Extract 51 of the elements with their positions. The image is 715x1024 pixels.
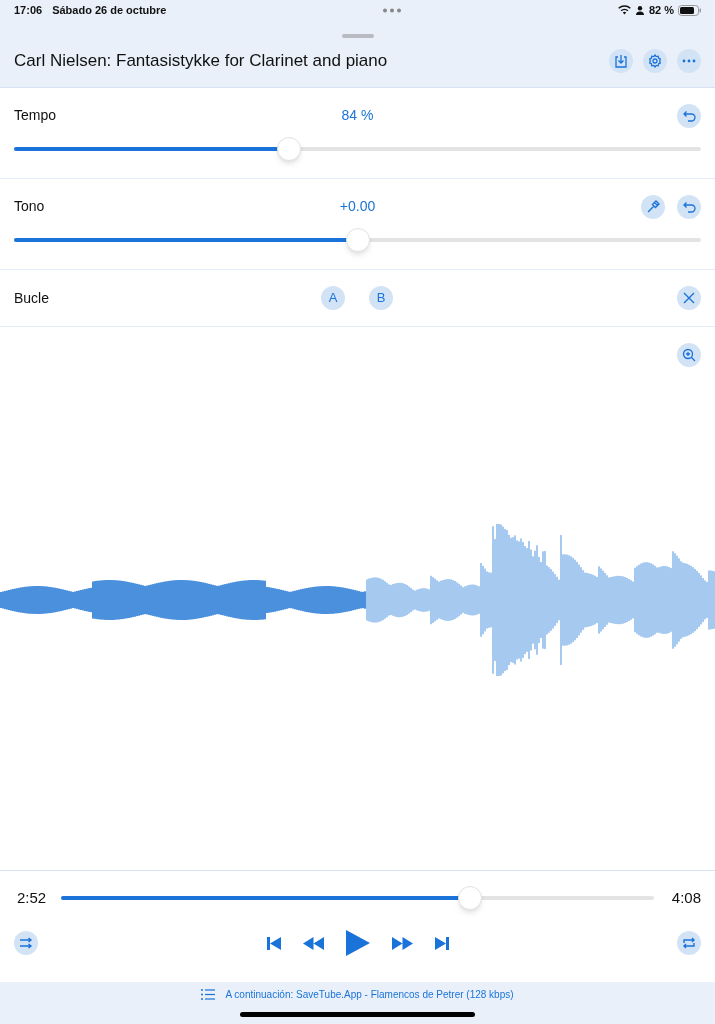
- progress-thumb[interactable]: [458, 886, 483, 910]
- total-time: 4:08: [670, 887, 701, 908]
- loop-point-b-button[interactable]: B: [369, 286, 393, 310]
- undo-icon: [682, 200, 696, 213]
- window-title: Carl Nielsen: Fantasistykke for Clarinet and piano: [14, 50, 389, 72]
- more-icon: [682, 58, 696, 63]
- settings-button[interactable]: [643, 48, 667, 73]
- download-icon: [614, 53, 628, 68]
- tuner-button[interactable]: [641, 194, 665, 219]
- slider-value: 84 %: [341, 106, 374, 125]
- person-icon: [635, 5, 644, 15]
- clear-loop-button[interactable]: [677, 286, 701, 310]
- zoom-button[interactable]: [677, 343, 701, 367]
- progress-slider[interactable]: [61, 886, 654, 910]
- loop-label: Bucle: [14, 288, 50, 308]
- tuning-fork-icon: [646, 200, 660, 213]
- skip-back-icon[interactable]: [266, 936, 281, 950]
- reset-button[interactable]: [677, 103, 701, 128]
- elapsed-time: 2:52: [16, 887, 48, 908]
- multitask-dots-icon[interactable]: [382, 7, 403, 13]
- up-next-text[interactable]: A continuación: SaveTube.App - Flamencos de Petrer (128 kbps): [225, 987, 514, 1002]
- list-icon[interactable]: [201, 989, 216, 1000]
- settings-icon: [648, 53, 662, 68]
- slider-thumb[interactable]: [345, 228, 370, 252]
- wifi-icon: [617, 5, 631, 15]
- loop-point-a-button[interactable]: A: [321, 286, 345, 310]
- slider-label: Tono: [14, 197, 45, 216]
- repeat-icon: [682, 937, 696, 949]
- slider-thumb[interactable]: [276, 137, 301, 161]
- fast-forward-icon[interactable]: [391, 936, 413, 950]
- slider[interactable]: [14, 137, 701, 161]
- shuffle-icon: [19, 937, 33, 949]
- zoom-in-icon: [682, 348, 696, 362]
- slider[interactable]: [14, 228, 701, 252]
- play-icon[interactable]: [345, 930, 370, 956]
- battery-percent: 82 %: [648, 2, 674, 18]
- battery-icon: [678, 4, 701, 16]
- slider-label: Tempo: [14, 106, 57, 125]
- reset-button[interactable]: [677, 194, 701, 219]
- drag-handle[interactable]: [341, 34, 374, 38]
- slider-value: +0.00: [339, 197, 376, 216]
- waveform-drawing[interactable]: [0, 522, 715, 678]
- status-time: 17:06: [14, 2, 43, 18]
- close-icon: [683, 292, 695, 304]
- download-button[interactable]: [609, 48, 633, 73]
- rewind-icon[interactable]: [302, 936, 324, 950]
- undo-icon: [682, 109, 696, 122]
- status-date: Sábado 26 de octubre: [52, 2, 167, 18]
- shuffle-button[interactable]: [14, 931, 38, 955]
- repeat-button[interactable]: [677, 931, 701, 955]
- skip-forward-icon[interactable]: [434, 936, 449, 950]
